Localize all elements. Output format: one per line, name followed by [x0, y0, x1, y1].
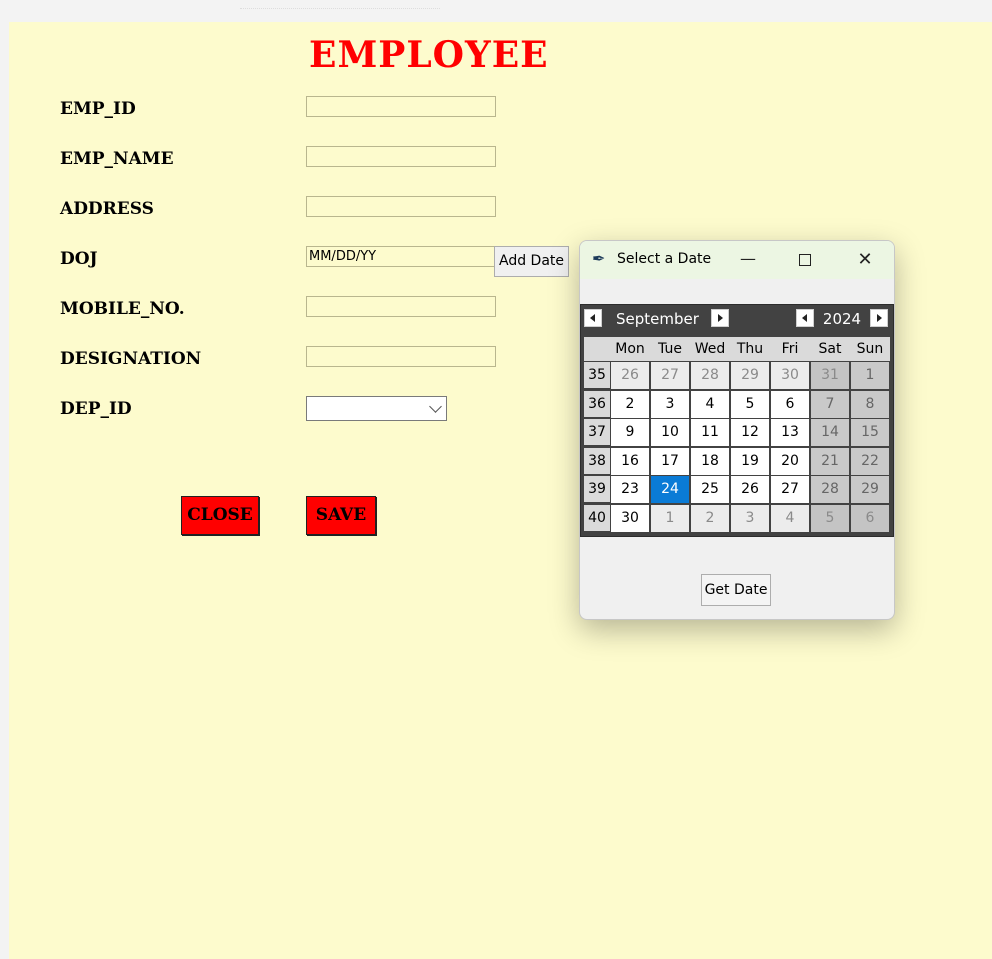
calendar-day[interactable]: 7 [811, 391, 849, 418]
calendar-day-selected[interactable]: 24 [651, 476, 689, 503]
calendar-day[interactable]: 13 [771, 419, 809, 446]
calendar-day[interactable]: 30 [611, 505, 649, 532]
close-button[interactable]: CLOSE [181, 496, 259, 535]
feather-icon: ✒ [592, 249, 606, 268]
week-number: 36 [584, 391, 610, 417]
calendar-day[interactable]: 19 [731, 448, 769, 475]
calendar-day[interactable]: 31 [811, 362, 849, 389]
calendar-day[interactable]: 26 [611, 362, 649, 389]
calendar-day[interactable]: 15 [851, 419, 889, 446]
calendar-day[interactable]: 11 [691, 419, 729, 446]
prev-year-icon[interactable] [796, 309, 814, 327]
calendar-day[interactable]: 5 [811, 505, 849, 532]
label-mobile-no: MOBILE_NO. [60, 299, 185, 319]
calendar-day[interactable]: 1 [851, 362, 889, 389]
calendar-day[interactable]: 9 [611, 419, 649, 446]
calendar-day[interactable]: 20 [771, 448, 809, 475]
calendar-day[interactable]: 29 [851, 476, 889, 503]
label-address: ADDRESS [60, 199, 154, 219]
dialog-title: Select a Date [617, 251, 712, 267]
emp-name-input[interactable] [306, 146, 496, 167]
label-emp-id: EMP_ID [60, 99, 136, 119]
calendar-day[interactable]: 6 [771, 391, 809, 418]
calendar-day[interactable]: 25 [691, 476, 729, 503]
calendar-day[interactable]: 10 [651, 419, 689, 446]
form-title: EMPLOYEE [309, 34, 549, 76]
calendar-day[interactable]: 21 [811, 448, 849, 475]
year-label: 2024 [822, 310, 862, 328]
dep-id-combobox[interactable] [306, 396, 447, 421]
label-doj: DOJ [60, 249, 98, 269]
calendar-day[interactable]: 26 [731, 476, 769, 503]
save-button[interactable]: SAVE [306, 496, 376, 535]
prev-month-icon[interactable] [584, 309, 602, 327]
label-dep-id: DEP_ID [60, 399, 132, 419]
designation-input[interactable] [306, 346, 496, 367]
weekday-header: Sun [850, 337, 890, 361]
calendar-widget: September 2024 Mon Tue Wed Thu Fri Sat S… [580, 304, 894, 537]
calendar-day[interactable]: 23 [611, 476, 649, 503]
calendar-day[interactable]: 3 [731, 505, 769, 532]
maximize-icon[interactable] [793, 248, 817, 272]
select-date-dialog: ✒ Select a Date — ✕ September 2024 Mon T… [579, 240, 895, 620]
calendar-day[interactable]: 12 [731, 419, 769, 446]
calendar-day[interactable]: 16 [611, 448, 649, 475]
calendar-day[interactable]: 17 [651, 448, 689, 475]
calendar-day[interactable]: 27 [771, 476, 809, 503]
weekday-header: Wed [690, 337, 730, 361]
calendar-day[interactable]: 27 [651, 362, 689, 389]
background-title-remnant [240, 0, 440, 9]
label-emp-name: EMP_NAME [60, 149, 174, 169]
calendar-day[interactable]: 18 [691, 448, 729, 475]
calendar-nav-bar: September 2024 [581, 305, 893, 333]
label-designation: DESIGNATION [60, 349, 202, 369]
calendar-day[interactable]: 29 [731, 362, 769, 389]
address-input[interactable] [306, 196, 496, 217]
mobile-no-input[interactable] [306, 296, 496, 317]
weekday-header: Sat [810, 337, 850, 361]
weekday-header: Fri [770, 337, 810, 361]
calendar-day[interactable]: 6 [851, 505, 889, 532]
add-date-button[interactable]: Add Date [494, 246, 569, 277]
next-month-icon[interactable] [711, 309, 729, 327]
calendar-day[interactable]: 22 [851, 448, 889, 475]
window-top-strip [0, 0, 992, 22]
calendar-day[interactable]: 14 [811, 419, 849, 446]
week-number: 39 [584, 476, 610, 502]
calendar-day[interactable]: 28 [811, 476, 849, 503]
week-number-header [584, 337, 610, 361]
close-icon[interactable]: ✕ [851, 247, 879, 273]
month-label: September [616, 310, 699, 328]
calendar-day[interactable]: 3 [651, 391, 689, 418]
calendar-day[interactable]: 2 [691, 505, 729, 532]
doj-input[interactable]: MM/DD/YY [306, 246, 496, 267]
calendar-day[interactable]: 4 [691, 391, 729, 418]
calendar-day[interactable]: 4 [771, 505, 809, 532]
weekday-header: Tue [650, 337, 690, 361]
weekday-header: Mon [610, 337, 650, 361]
calendar-day[interactable]: 5 [731, 391, 769, 418]
weekday-header: Thu [730, 337, 770, 361]
week-number: 40 [584, 505, 610, 531]
calendar-day[interactable]: 28 [691, 362, 729, 389]
calendar-day[interactable]: 30 [771, 362, 809, 389]
get-date-button[interactable]: Get Date [701, 574, 771, 606]
next-year-icon[interactable] [870, 309, 888, 327]
week-number: 35 [584, 362, 610, 388]
dialog-title-bar[interactable]: ✒ Select a Date — ✕ [580, 241, 894, 279]
chevron-down-icon[interactable] [429, 400, 442, 413]
calendar-day[interactable]: 2 [611, 391, 649, 418]
calendar-day[interactable]: 8 [851, 391, 889, 418]
emp-id-input[interactable] [306, 96, 496, 117]
minimize-icon[interactable]: — [733, 248, 763, 272]
calendar-day[interactable]: 1 [651, 505, 689, 532]
week-number: 37 [584, 419, 610, 445]
week-number: 38 [584, 448, 610, 474]
